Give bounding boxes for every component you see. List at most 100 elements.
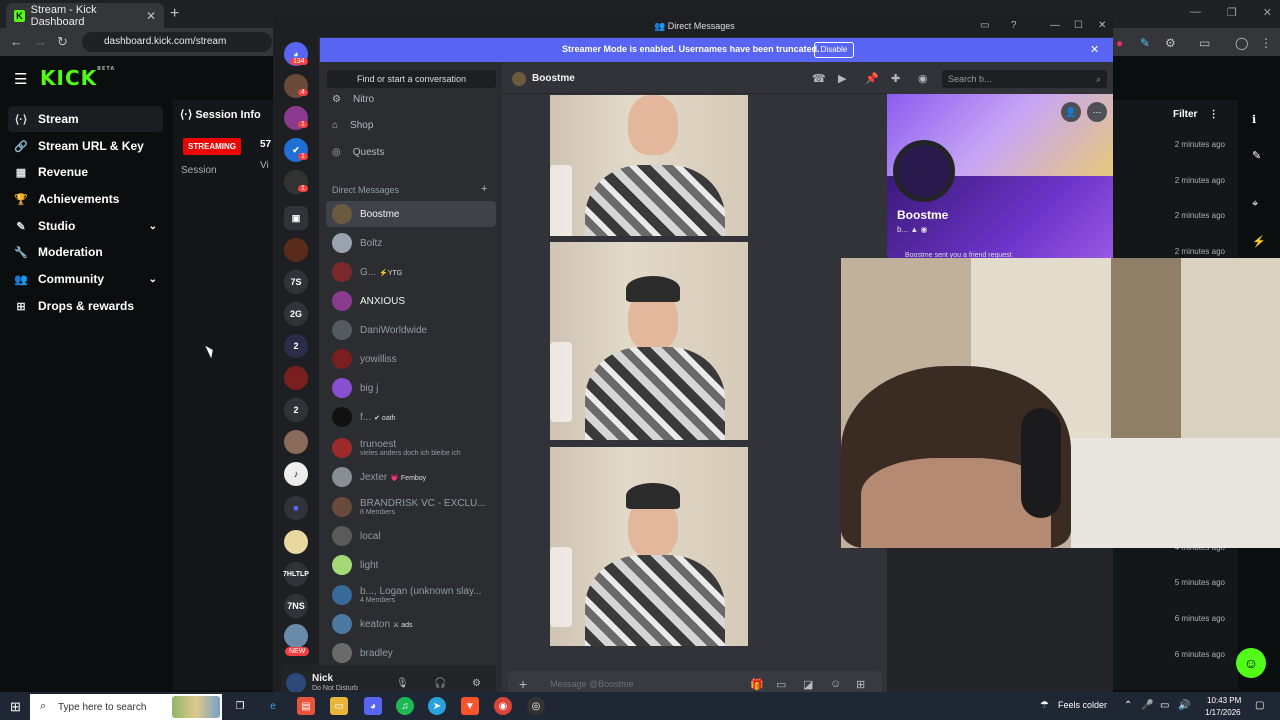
dm-item[interactable]: yowilliss: [326, 346, 496, 372]
add-friend-icon[interactable]: 👤: [1061, 102, 1081, 122]
gift-icon[interactable]: 🎁: [750, 678, 764, 691]
nav-nitro[interactable]: ⚙ Nitro: [332, 94, 374, 105]
gif-icon[interactable]: ▭: [776, 678, 786, 691]
add-friend-icon[interactable]: ✚: [891, 72, 900, 85]
edit-icon[interactable]: ✎: [1252, 149, 1261, 162]
guild-2[interactable]: 2: [284, 334, 308, 358]
spotify-icon[interactable]: ♫: [396, 697, 414, 715]
dm-item[interactable]: light: [326, 552, 496, 578]
nav-moderation[interactable]: 🔧 Moderation: [8, 239, 163, 265]
close-icon[interactable]: ✕: [1263, 6, 1272, 19]
maximize-icon[interactable]: ❐: [1227, 6, 1237, 19]
avatar[interactable]: [286, 673, 306, 693]
attach-icon[interactable]: +: [519, 676, 527, 692]
dm-item[interactable]: big j: [326, 375, 496, 401]
nav-revenue[interactable]: ▦ Revenue: [8, 159, 163, 185]
message-image[interactable]: [550, 242, 748, 440]
close-tab-icon[interactable]: ✕: [146, 9, 156, 23]
chrome-icon[interactable]: ◉: [494, 697, 512, 715]
filter-button[interactable]: Filter ⋮: [1173, 109, 1219, 120]
guild-7ns[interactable]: 7NS: [284, 594, 308, 618]
dm-item[interactable]: bradley: [326, 640, 496, 666]
file-explorer-icon[interactable]: ▭: [330, 697, 348, 715]
guild-7hltlp[interactable]: 7HLTLP: [283, 562, 309, 586]
notifications-icon[interactable]: ▢: [1255, 700, 1264, 711]
message-image[interactable]: [550, 447, 748, 646]
minimize-icon[interactable]: —: [1050, 20, 1060, 31]
help-icon[interactable]: ?: [1011, 20, 1017, 31]
obs-icon[interactable]: ◎: [527, 697, 545, 715]
guild-icon[interactable]: [284, 430, 308, 454]
edge-icon[interactable]: e: [264, 697, 282, 715]
find-conversation-button[interactable]: Find or start a conversation: [327, 70, 496, 88]
nav-achievements[interactable]: 🏆 Achievements: [8, 186, 163, 212]
weather-text[interactable]: Feels colder: [1058, 700, 1107, 710]
store-icon[interactable]: ▤: [297, 697, 315, 715]
guild-2b[interactable]: 2: [284, 398, 308, 422]
clock-time[interactable]: 10:43 PM: [1207, 696, 1241, 705]
dm-item[interactable]: local: [326, 523, 496, 549]
disable-button[interactable]: Disable: [814, 42, 854, 58]
chat-name[interactable]: Boostme: [532, 73, 575, 84]
kick-logo[interactable]: KICKBETA: [40, 66, 115, 90]
browser-tab[interactable]: K Stream - Kick Dashboard ✕: [6, 3, 164, 28]
dm-item[interactable]: trunoest vieles anders doch ich bleibe ic…: [326, 435, 496, 461]
nav-stream[interactable]: ⟨·⟩ Stream: [8, 106, 163, 132]
telegram-icon[interactable]: ➤: [428, 697, 446, 715]
profile-avatar[interactable]: [893, 140, 955, 202]
inbox-icon[interactable]: ▭: [980, 20, 989, 31]
help-chat-icon[interactable]: ☺: [1236, 648, 1266, 678]
chevron-up-icon[interactable]: ⌃: [1124, 700, 1132, 711]
folder-icon[interactable]: ■: [284, 496, 308, 520]
nav-quests[interactable]: ◎ Quests: [332, 147, 384, 158]
task-view-icon[interactable]: ❐: [231, 697, 249, 715]
close-banner-icon[interactable]: ✕: [1090, 43, 1099, 56]
nav-community[interactable]: 👥 Community ⌄: [8, 266, 163, 292]
new-dm-icon[interactable]: +: [481, 183, 487, 195]
dm-item[interactable]: b..., Logan (unknown slay... 4 Members: [326, 582, 496, 608]
forward-icon[interactable]: →: [34, 34, 47, 49]
call-icon[interactable]: ☎: [812, 72, 826, 85]
nav-stream-url-key[interactable]: 🔗 Stream URL & Key: [8, 133, 163, 159]
guild-icon[interactable]: [284, 366, 308, 390]
dm-item[interactable]: f... ✔ oath: [326, 404, 496, 430]
dm-item[interactable]: G... ⚡YTG: [326, 259, 496, 285]
guild-icon[interactable]: [284, 624, 308, 648]
guild-icon[interactable]: [284, 530, 308, 554]
video-icon[interactable]: ▶: [838, 72, 846, 85]
guild-7s[interactable]: 7S: [284, 270, 308, 294]
focus-icon[interactable]: ⌖: [1252, 198, 1258, 211]
extensions-icon[interactable]: ⚙: [1165, 36, 1176, 50]
lightning-icon[interactable]: ⚡: [1252, 235, 1266, 248]
back-icon[interactable]: ←: [10, 34, 23, 49]
headphones-icon[interactable]: 🎧: [434, 678, 446, 689]
emoji-icon[interactable]: ☺: [830, 678, 841, 690]
dm-item[interactable]: Boostme: [326, 201, 496, 227]
dm-item[interactable]: ANXIOUS: [326, 288, 496, 314]
minimize-icon[interactable]: —: [1190, 6, 1201, 19]
dm-item[interactable]: Boltz: [326, 230, 496, 256]
sticker-icon[interactable]: ◪: [803, 678, 813, 691]
folder-icon[interactable]: ▣: [284, 206, 308, 230]
nav-studio[interactable]: ✎ Studio ⌄: [8, 213, 163, 239]
nav-drops-rewards[interactable]: ⊞ Drops & rewards: [8, 293, 163, 319]
more-icon[interactable]: ⋯: [1087, 102, 1107, 122]
dm-item[interactable]: keaton ⚔ ads: [326, 611, 496, 637]
profile-icon[interactable]: ◯: [1235, 36, 1248, 50]
brave-icon[interactable]: ▼: [461, 697, 479, 715]
dm-item[interactable]: BRANDRISK VC - EXCLU... 8 Members: [326, 494, 496, 520]
extension-icon[interactable]: ✎: [1140, 36, 1150, 50]
url-field[interactable]: dashboard.kick.com/stream: [82, 32, 272, 52]
new-tab-icon[interactable]: +: [170, 5, 179, 23]
guild-2g[interactable]: 2G: [284, 302, 308, 326]
sidebar-icon[interactable]: ▭: [1199, 36, 1210, 50]
reload-icon[interactable]: ↻: [57, 34, 68, 50]
guild-icon[interactable]: [284, 238, 308, 262]
tiktok-icon[interactable]: ♪: [284, 462, 308, 486]
apps-icon[interactable]: ⊞: [856, 678, 865, 691]
discord-taskbar-icon[interactable]: ◕: [364, 697, 382, 715]
microphone-icon[interactable]: 🎤: [1141, 700, 1153, 711]
settings-icon[interactable]: ⚙: [472, 678, 481, 689]
dm-item[interactable]: DaniWorldwide: [326, 317, 496, 343]
windows-start-icon[interactable]: ⊞: [10, 699, 21, 715]
